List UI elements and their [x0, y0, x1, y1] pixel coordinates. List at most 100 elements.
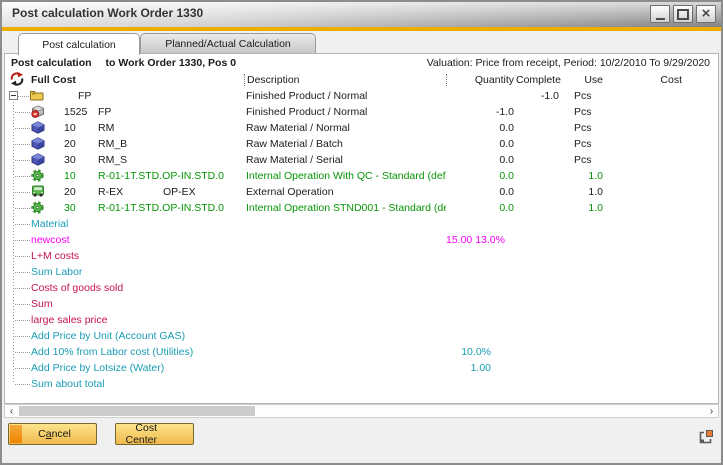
recalculate-icon[interactable]: [9, 72, 25, 89]
cost-center-button[interactable]: Cost Center: [115, 423, 194, 445]
row-number: 30: [64, 154, 76, 166]
header-full-cost[interactable]: Full Cost: [5, 74, 244, 86]
row-code: R-EX: [98, 186, 123, 198]
horizontal-scrollbar[interactable]: ‹ ›: [4, 404, 719, 418]
cell-use: Pcs: [561, 138, 611, 150]
tree-cell: Sum about total: [5, 376, 244, 392]
row-label: Sum Labor: [31, 266, 82, 278]
tree-expander-icon[interactable]: [9, 91, 18, 100]
gear-icon: [31, 201, 44, 216]
tree-cell: 10RM: [5, 120, 244, 136]
table-row[interactable]: 1525FPFinished Product / Normal-1.0Pcs: [5, 104, 718, 120]
info-title: Post calculation: [11, 57, 92, 69]
tree-cell: 10R-01-1T.STD.OP-IN.STD.0: [5, 168, 244, 184]
row-number: 10: [64, 122, 76, 134]
table-row[interactable]: Costs of goods sold: [5, 280, 718, 296]
cell-description: Finished Product / Normal: [244, 106, 446, 118]
tree-cell: L+M costs: [5, 248, 244, 264]
row-label: large sales price: [31, 314, 107, 326]
cell-quantity: 0.0: [446, 154, 516, 166]
cancel-button[interactable]: Cancel: [8, 423, 97, 445]
table-row[interactable]: 30RM_SRaw Material / Serial0.0Pcs: [5, 152, 718, 168]
cell-description: Raw Material / Batch: [244, 138, 446, 150]
cell-description: Internal Operation With QC - Standard (d…: [244, 170, 446, 182]
info-subtitle: to Work Order 1330, Pos 0: [106, 57, 237, 69]
table-row[interactable]: FPFinished Product / Normal-1.0Pcs: [5, 88, 718, 104]
row-label: Sum: [31, 298, 53, 310]
row-operation-code: OP-EX: [163, 186, 196, 198]
tree-connector: [15, 368, 30, 369]
table-row[interactable]: 10R-01-1T.STD.OP-IN.STD.0Internal Operat…: [5, 168, 718, 184]
header-cost[interactable]: Cost: [611, 74, 718, 86]
tree-cell: Costs of goods sold: [5, 280, 244, 296]
header-complete[interactable]: Complete: [516, 74, 561, 86]
truck-icon: [31, 185, 45, 200]
tree-connector: [15, 336, 30, 337]
table-row[interactable]: Add Price by Unit (Account GAS): [5, 328, 718, 344]
tree-connector: [15, 176, 30, 177]
row-label: Costs of goods sold: [31, 282, 123, 294]
cube-icon: [31, 121, 45, 136]
cell-description: Internal Operation STND001 - Standard (d…: [244, 202, 446, 214]
row-code: RM_B: [98, 138, 127, 150]
tree-connector: [15, 320, 30, 321]
tree-cell: Sum: [5, 296, 244, 312]
table-row[interactable]: Sum Labor: [5, 264, 718, 280]
tree-connector: [15, 384, 30, 385]
cell-description: Raw Material / Normal: [244, 122, 446, 134]
scroll-right-button[interactable]: ›: [705, 405, 718, 417]
tab-post-calculation[interactable]: Post calculation: [18, 33, 140, 55]
tree-cell: Add 10% from Labor cost (Utilities): [5, 344, 244, 360]
cell-quantity: 10.0%: [446, 346, 516, 358]
header-use[interactable]: Use: [561, 74, 611, 86]
maximize-button[interactable]: [673, 5, 693, 23]
tree-connector: [15, 240, 30, 241]
cell-quantity: 15.00 13.0%: [446, 234, 516, 246]
table-row[interactable]: Add Price by Lotsize (Water)1.00: [5, 360, 718, 376]
tree-cell: Sum Labor: [5, 264, 244, 280]
table-row[interactable]: Sum: [5, 296, 718, 312]
tree-cell: FP: [5, 88, 244, 104]
row-label: L+M costs: [31, 250, 79, 262]
header-description[interactable]: Description: [244, 74, 446, 86]
cell-quantity: 1.00: [446, 362, 516, 374]
row-number: 20: [64, 138, 76, 150]
column-header-row: Full Cost Description Quantity Complete …: [5, 71, 718, 88]
scroll-thumb[interactable]: [19, 406, 255, 416]
table-row[interactable]: newcost15.00 13.0%: [5, 232, 718, 248]
tab-planned-actual-calculation[interactable]: Planned/Actual Calculation: [140, 33, 316, 53]
table-row[interactable]: Add 10% from Labor cost (Utilities) 10.0%: [5, 344, 718, 360]
cell-quantity: 0.0: [446, 170, 516, 182]
tree-connector: [15, 208, 30, 209]
row-label: Sum about total: [31, 378, 105, 390]
cube-icon: [31, 137, 45, 152]
table-row[interactable]: 30R-01-1T.STD.OP-IN.STD.0Internal Operat…: [5, 200, 718, 216]
table-row[interactable]: L+M costs: [5, 248, 718, 264]
minimize-button[interactable]: [650, 5, 670, 23]
cube-icon: [31, 153, 45, 168]
gear-icon: [31, 169, 44, 184]
header-quantity[interactable]: Quantity: [446, 74, 516, 86]
table-row[interactable]: 20R-EXOP-EXExternal Operation0.01.0: [5, 184, 718, 200]
cell-use: 1.0: [561, 202, 611, 214]
tree-connector: [15, 304, 30, 305]
tree-connector: [18, 96, 29, 97]
table-row[interactable]: 20RM_BRaw Material / Batch0.0Pcs: [5, 136, 718, 152]
info-bar: Post calculation to Work Order 1330, Pos…: [5, 54, 718, 71]
table-row[interactable]: Material: [5, 216, 718, 232]
table-row[interactable]: large sales price: [5, 312, 718, 328]
cell-quantity: 0.0: [446, 122, 516, 134]
tree-cell: 30RM_S: [5, 152, 244, 168]
form-settings-icon[interactable]: [699, 430, 713, 444]
row-code: FP: [98, 106, 111, 118]
cell-use: Pcs: [561, 122, 611, 134]
window-title: Post calculation Work Order 1330: [12, 6, 203, 20]
scroll-left-button[interactable]: ‹: [5, 405, 18, 417]
valuation-info: Valuation: Price from receipt, Period: 1…: [427, 57, 710, 69]
tree-connector: [15, 288, 30, 289]
close-button[interactable]: ×: [696, 5, 716, 23]
cell-use: Pcs: [561, 90, 611, 102]
maximize-icon: [677, 9, 689, 20]
table-row[interactable]: 10RMRaw Material / Normal0.0 Pcs: [5, 120, 718, 136]
table-row[interactable]: Sum about total: [5, 376, 718, 392]
